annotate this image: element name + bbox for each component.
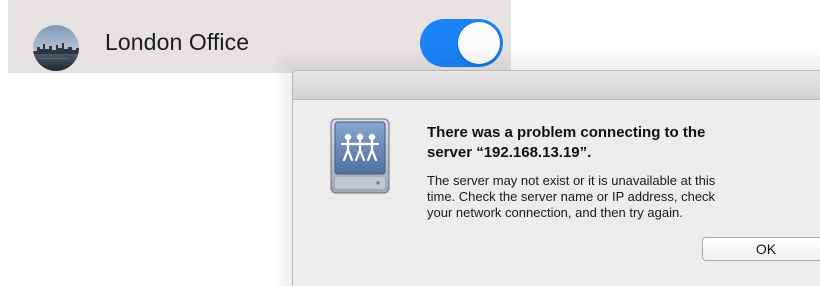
- ok-button[interactable]: OK: [702, 237, 820, 261]
- connection-error-dialog: There was a problem connecting to the se…: [292, 70, 820, 286]
- screen: London Office There was a problem connec…: [0, 0, 820, 286]
- alert-message: The server may not exist or it is unavai…: [427, 173, 716, 220]
- dialog-titlebar[interactable]: [293, 71, 820, 100]
- vpn-name-label: London Office: [105, 29, 250, 55]
- london-skyline-avatar: [33, 25, 79, 71]
- server-share-icon: [329, 117, 391, 195]
- alert-title: There was a problem connecting to the se…: [427, 124, 706, 161]
